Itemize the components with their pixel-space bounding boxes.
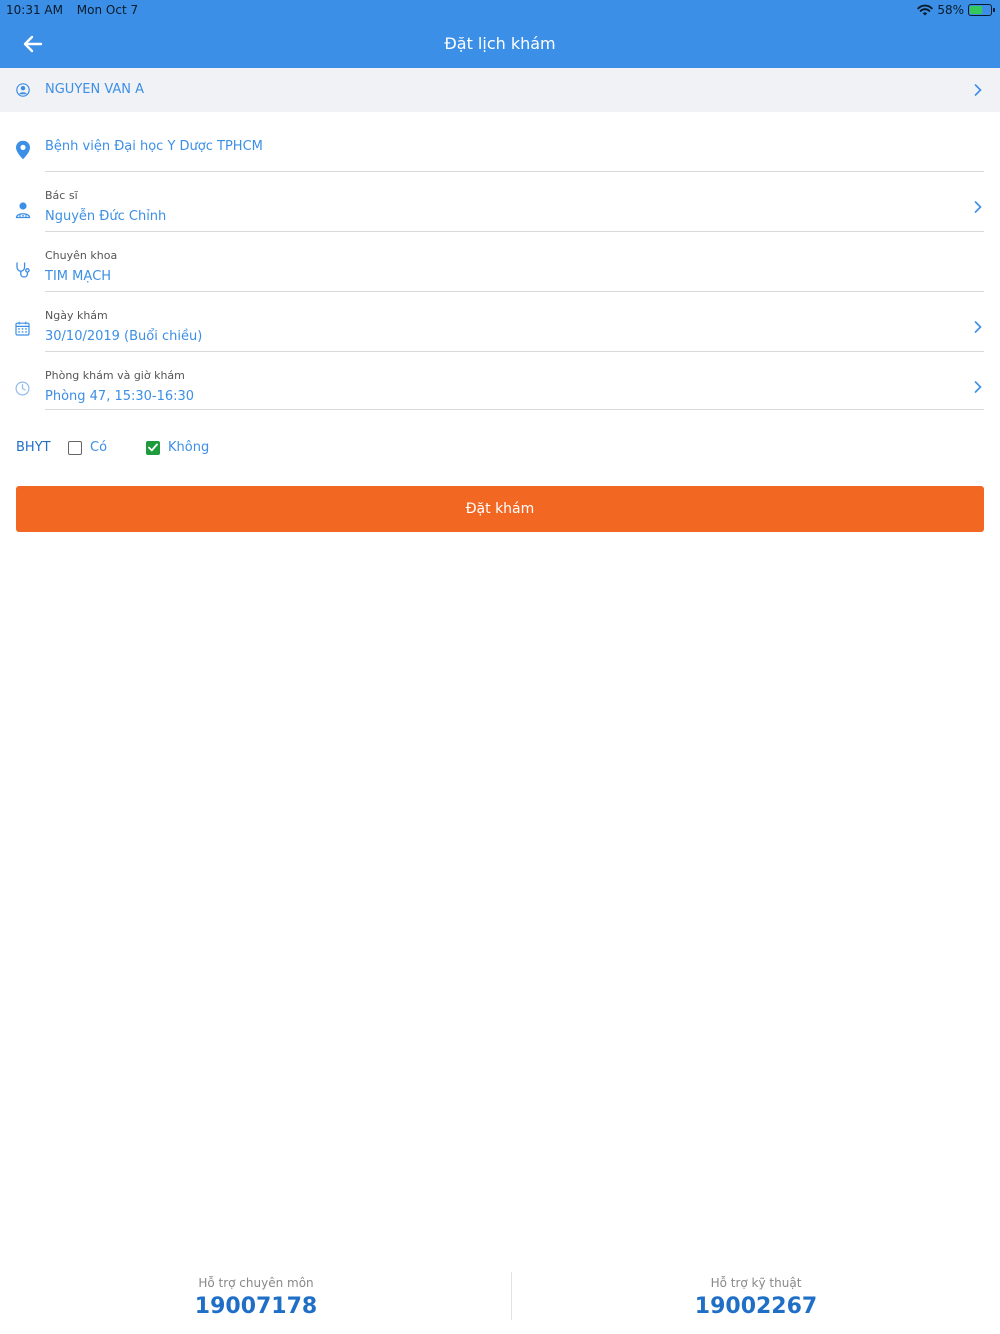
- checkbox-box-checked: [146, 440, 160, 455]
- status-time: 10:31 AM: [6, 3, 63, 17]
- insurance-no-checkbox[interactable]: Không: [146, 440, 209, 455]
- patient-selector[interactable]: NGUYEN VAN A: [0, 68, 1000, 112]
- calendar-icon: [15, 321, 30, 336]
- checkmark-icon: [148, 443, 158, 452]
- insurance-yes-label: Có: [90, 440, 108, 455]
- battery-fill: [970, 6, 982, 14]
- room-time-label: Phòng khám và giờ khám: [45, 369, 185, 382]
- location-pin-icon: [16, 140, 30, 160]
- user-circle-icon: [16, 83, 30, 97]
- doctor-label: Bác sĩ: [45, 189, 78, 202]
- battery-icon: [968, 4, 995, 16]
- battery-percent: 58%: [937, 3, 964, 17]
- app-header: 10:31 AM Mon Oct 7 58% Đặt lịch khám: [0, 0, 1000, 68]
- specialty-label: Chuyên khoa: [45, 249, 118, 262]
- book-appointment-button[interactable]: Đặt khám: [16, 486, 984, 532]
- professional-support[interactable]: Hỗ trợ chuyên môn 19007178: [6, 1262, 506, 1319]
- professional-support-label: Hỗ trợ chuyên môn: [198, 1276, 314, 1290]
- date-field[interactable]: Ngày khám 30/10/2019 (Buổi chiều): [0, 292, 1000, 352]
- insurance-no-label: Không: [168, 440, 210, 455]
- technical-support-label: Hỗ trợ kỹ thuật: [710, 1276, 802, 1290]
- stethoscope-icon: [16, 262, 30, 278]
- specialty-value: TIM MẠCH: [45, 269, 112, 284]
- professional-support-phone[interactable]: 19007178: [6, 1294, 506, 1319]
- status-bar: 10:31 AM Mon Oct 7 58%: [0, 0, 1000, 20]
- room-time-field[interactable]: Phòng khám và giờ khám Phòng 47, 15:30-1…: [0, 352, 1000, 412]
- chevron-right-icon: [974, 321, 982, 333]
- room-time-value: Phòng 47, 15:30-16:30: [45, 389, 195, 404]
- clock-icon: [15, 381, 30, 396]
- checkbox-box: [68, 440, 82, 455]
- date-label: Ngày khám: [45, 309, 108, 322]
- doctor-field[interactable]: Bác sĩ Nguyễn Đức Chỉnh: [0, 172, 1000, 232]
- doctor-value: Nguyễn Đức Chỉnh: [45, 209, 167, 224]
- support-footer: Hỗ trợ chuyên môn 19007178 Hỗ trợ kỹ thu…: [0, 1262, 1000, 1334]
- doctor-icon: [15, 202, 31, 219]
- wifi-icon: [917, 4, 934, 16]
- hospital-value: Bệnh viện Đại học Y Dược TPHCM: [45, 139, 263, 154]
- chevron-right-icon: [974, 381, 982, 393]
- insurance-yes-checkbox[interactable]: Có: [68, 440, 107, 455]
- divider: [45, 409, 984, 410]
- status-left: 10:31 AM Mon Oct 7: [6, 3, 148, 17]
- chevron-right-icon: [974, 201, 982, 213]
- status-right: 58%: [917, 3, 995, 17]
- technical-support[interactable]: Hỗ trợ kỹ thuật 19002267: [506, 1262, 1000, 1319]
- chevron-right-icon: [974, 84, 982, 96]
- patient-name: NGUYEN VAN A: [45, 82, 145, 97]
- hospital-field[interactable]: Bệnh viện Đại học Y Dược TPHCM: [0, 112, 1000, 172]
- status-date: Mon Oct 7: [76, 3, 139, 17]
- page-title: Đặt lịch khám: [444, 34, 556, 53]
- specialty-field: Chuyên khoa TIM MẠCH: [0, 232, 1000, 292]
- insurance-label: BHYT: [16, 440, 51, 455]
- date-value: 30/10/2019 (Buổi chiều): [45, 329, 203, 344]
- technical-support-phone[interactable]: 19002267: [506, 1294, 1000, 1319]
